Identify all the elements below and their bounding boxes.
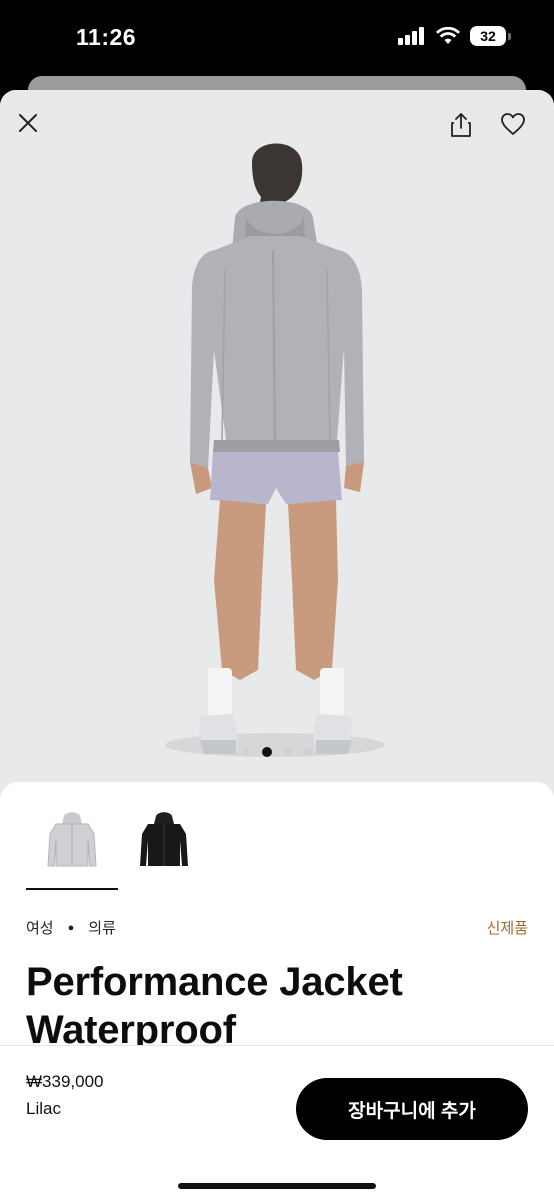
close-icon xyxy=(19,114,37,132)
close-button[interactable] xyxy=(17,112,51,146)
purchase-bar: ₩339,000 Lilac 장바구니에 추가 xyxy=(0,1045,554,1200)
product-price: ₩339,000 xyxy=(26,1072,104,1091)
favorite-button[interactable] xyxy=(500,112,534,146)
carousel-dot[interactable] xyxy=(242,748,250,756)
share-icon xyxy=(451,113,471,137)
heart-icon xyxy=(501,113,525,135)
variant-lilac[interactable] xyxy=(26,810,118,890)
carousel-dot[interactable] xyxy=(304,748,312,756)
status-bar: 11:26 32 xyxy=(0,0,554,78)
status-icons: 32 xyxy=(398,26,511,46)
product-sheet: 여성 ● 의류 신제품 Performance Jacket Waterproo… xyxy=(0,90,554,1200)
home-indicator xyxy=(178,1183,376,1189)
signal-icon xyxy=(398,27,424,45)
battery-indicator: 32 xyxy=(470,26,511,46)
product-title: Performance Jacket Waterproof xyxy=(26,960,403,1052)
add-to-cart-button[interactable]: 장바구니에 추가 xyxy=(296,1078,528,1140)
variant-black[interactable] xyxy=(118,810,210,890)
carousel-dot-active[interactable] xyxy=(262,747,272,757)
category-label[interactable]: 의류 xyxy=(88,917,116,938)
meta-separator: ● xyxy=(67,921,75,934)
jacket-thumbnail-lilac xyxy=(47,812,97,867)
jacket-thumbnail-black xyxy=(140,812,188,866)
gender-label[interactable]: 여성 xyxy=(26,917,54,938)
new-badge: 신제품 xyxy=(486,920,528,937)
status-time: 11:26 xyxy=(76,24,137,50)
wifi-icon xyxy=(436,27,460,44)
carousel-dot[interactable] xyxy=(284,748,292,756)
product-image-carousel[interactable] xyxy=(0,90,554,810)
selected-color: Lilac xyxy=(26,1099,61,1118)
carousel-pagination xyxy=(0,747,554,757)
share-button[interactable] xyxy=(449,112,483,146)
product-meta: 여성 ● 의류 신제품 xyxy=(26,917,528,938)
product-photo xyxy=(165,143,385,757)
color-variants xyxy=(26,810,210,890)
